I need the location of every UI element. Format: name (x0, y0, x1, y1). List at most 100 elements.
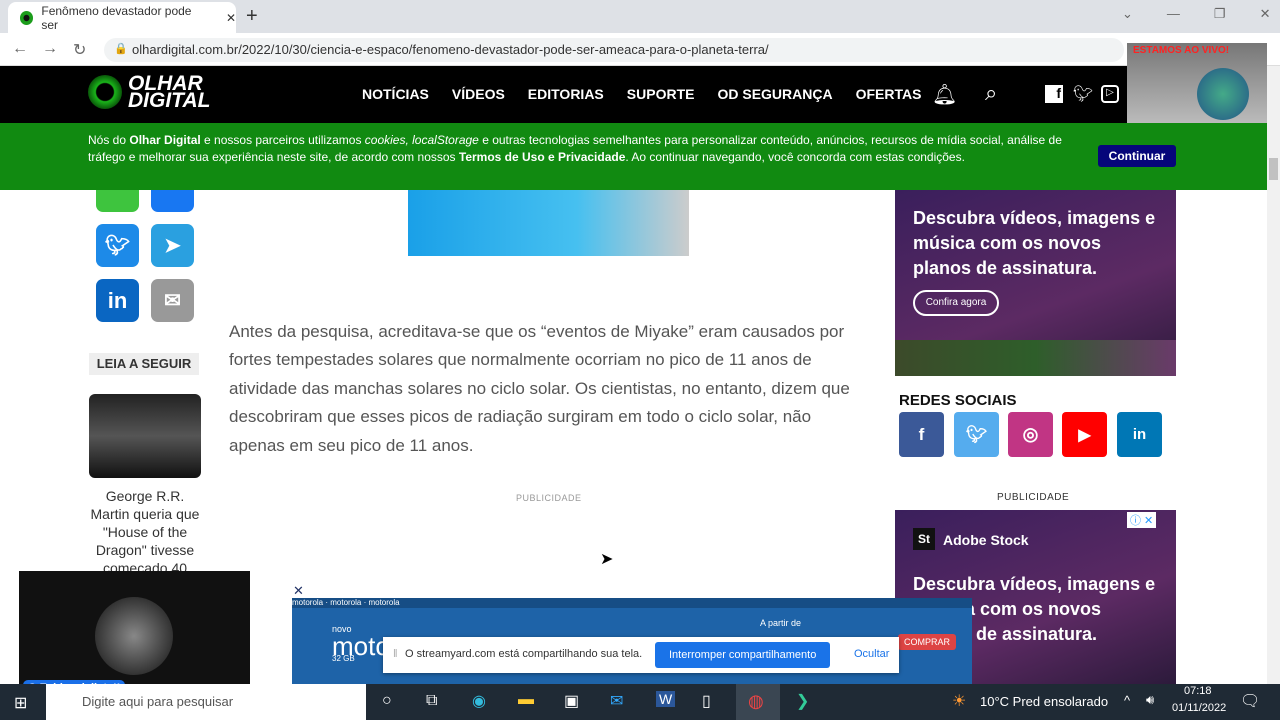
back-icon[interactable]: ← (12, 40, 28, 58)
menu-noticias[interactable]: NOTÍCIAS (362, 86, 429, 102)
menu-ofertas[interactable]: OFERTAS (856, 86, 922, 102)
tab-title: Fenômeno devastador pode ser (41, 3, 192, 32)
twitter-link[interactable]: 🐦︎ (954, 412, 999, 457)
share-message: O streamyard.com está compartilhando sua… (405, 648, 643, 660)
notifications-icon[interactable]: 🗨︎ (1240, 691, 1260, 711)
webcam-overlay: O Evidencialista!! (19, 571, 250, 701)
ad-headline: Descubra vídeos, imagens e música com os… (913, 208, 1156, 278)
continue-button[interactable]: Continuar (1098, 145, 1176, 167)
ad-close-icon[interactable]: ⓘ ✕ (1127, 512, 1157, 528)
avatar (95, 597, 173, 675)
drag-handle-icon[interactable]: ‖ (393, 648, 398, 660)
ad-storage: 32 GB (332, 654, 355, 663)
windows-start-icon[interactable]: ⊞ (14, 693, 27, 713)
close-tab-icon[interactable]: ✕ (226, 11, 236, 25)
url-input[interactable]: 🔒 olhardigital.com.br/2022/10/30/ciencia-… (104, 38, 1124, 62)
ad-label: PUBLICIDADE (997, 492, 1070, 503)
youtube-link[interactable]: ▶ (1062, 412, 1107, 457)
article-image (408, 190, 689, 256)
video-icon[interactable]: ▷ (1101, 85, 1119, 103)
search-icon[interactable]: ⌕ (985, 80, 997, 106)
comprar-button[interactable]: COMPRAR (898, 634, 957, 650)
mail-icon[interactable]: ✉ (610, 691, 623, 711)
ad-ticker: motorola · motorola · motorola (292, 598, 972, 608)
adobe-ad-top[interactable]: Descubra vídeos, imagens e música com os… (895, 190, 1176, 376)
related-article-link[interactable]: George R.R. Martin queria que "House of … (89, 487, 201, 573)
favicon-icon (20, 10, 34, 25)
screen-share-bar: ‖ O streamyard.com está compartilhando s… (383, 637, 899, 673)
tab-search-icon[interactable]: ⌄ (1122, 6, 1133, 22)
facebook-link[interactable]: f (899, 412, 944, 457)
cookie-text: e nossos parceiros utilizamos (200, 133, 365, 147)
menu-suporte[interactable]: SUPORTE (627, 86, 695, 102)
file-explorer-icon[interactable]: ▬ (518, 691, 534, 709)
cookie-brand: Olhar Digital (129, 133, 201, 147)
reload-icon[interactable]: ↻ (73, 40, 86, 60)
tray-chevron-icon[interactable]: ^ (1124, 693, 1130, 708)
cortana-icon[interactable]: ○ (382, 692, 392, 710)
cookie-text: . Ao continuar navegando, você concorda … (625, 150, 965, 164)
cookie-banner: Nós do Olhar Digital e nossos parceiros … (0, 123, 1267, 190)
site-logo[interactable]: OLHAR DIGITAL (88, 73, 211, 112)
whatsapp-share-button[interactable] (96, 190, 139, 212)
email-share-button[interactable]: ✉ (151, 279, 194, 322)
ad-close-icon[interactable]: ✕ (293, 583, 304, 599)
lock-icon: 🔒 (114, 43, 128, 55)
cookie-text: Nós do (88, 133, 130, 147)
ad-price-label: A partir de (760, 618, 802, 628)
terms-link[interactable]: Termos de Uso e Privacidade (459, 150, 626, 164)
taskbar-search-input[interactable]: Digite aqui para pesquisar (46, 684, 366, 720)
task-view-icon[interactable]: ⧉ (426, 692, 437, 710)
bell-icon[interactable]: 🔔︎ (932, 82, 957, 107)
word-icon[interactable]: W (656, 691, 676, 707)
volume-icon[interactable]: 🔊︎ (1146, 692, 1154, 708)
stop-sharing-button[interactable]: Interromper compartilhamento (655, 642, 831, 668)
close-window-button[interactable]: ✕ (1260, 6, 1271, 22)
logo-icon (88, 75, 122, 109)
taskbar: ⊞ Digite aqui para pesquisar ○ ⧉ ◉ ▬ ▣ ✉… (0, 684, 1280, 720)
linkedin-share-button[interactable]: in (96, 279, 139, 322)
ad-brand: Adobe Stock (943, 532, 1029, 548)
clock-time[interactable]: 07:18 (1184, 685, 1212, 697)
weather-icon[interactable]: ☀ (952, 691, 966, 711)
twitter-icon[interactable]: 🐦︎ (1073, 84, 1093, 104)
instagram-link[interactable]: ◎ (1008, 412, 1053, 457)
ad-label: PUBLICIDADE (516, 493, 582, 503)
cookie-text: cookies, localStorage (364, 133, 479, 147)
app-icon[interactable]: ❯ (796, 691, 809, 711)
browser-tab[interactable]: Fenômeno devastador pode ser ✕ (8, 2, 236, 33)
leia-a-seguir-heading: LEIA A SEGUIR (89, 353, 199, 375)
new-tab-button[interactable]: + (246, 5, 258, 28)
forward-icon[interactable]: → (42, 40, 58, 58)
article-thumbnail[interactable] (89, 394, 201, 478)
twitter-share-button[interactable]: 🐦︎ (96, 224, 139, 267)
facebook-icon[interactable]: f (1045, 85, 1063, 103)
chrome-icon: ◍ (748, 691, 764, 711)
telegram-share-button[interactable]: ➤ (151, 224, 194, 267)
search-placeholder: Digite aqui para pesquisar (82, 694, 234, 709)
menu-od-seguranca[interactable]: OD SEGURANÇA (717, 86, 832, 102)
minimize-button[interactable]: — (1167, 6, 1180, 22)
weather-text[interactable]: 10°C Pred ensolarado (980, 694, 1108, 709)
menu-videos[interactable]: VÍDEOS (452, 86, 505, 102)
maximize-button[interactable]: ❐ (1214, 6, 1226, 22)
scrollbar[interactable] (1267, 66, 1280, 684)
linkedin-link[interactable]: in (1117, 412, 1162, 457)
adobe-stock-logo: St (913, 528, 935, 550)
url-text: olhardigital.com.br/2022/10/30/ciencia-e… (132, 42, 769, 57)
chrome-taskbar-button[interactable]: ◍ (736, 684, 780, 720)
confira-agora-button[interactable]: Confira agora (913, 290, 999, 316)
menu-editorias[interactable]: EDITORIAS (528, 86, 604, 102)
store-icon[interactable]: ▣ (564, 691, 579, 711)
edge-icon[interactable]: ◉ (472, 691, 486, 711)
facebook-share-button[interactable] (151, 190, 194, 212)
redes-sociais-heading: REDES SOCIAIS (899, 392, 1017, 409)
globe-image (1197, 68, 1249, 120)
live-badge: ESTAMOS AO VIVO! (1133, 45, 1230, 56)
mouse-cursor-icon: ➤ (600, 551, 614, 568)
notepad-icon[interactable]: ▯ (702, 691, 711, 711)
logo-text-2: DIGITAL (128, 89, 211, 112)
hide-button[interactable]: Ocultar (854, 648, 889, 660)
article-paragraph: Antes da pesquisa, acreditava-se que os … (229, 322, 850, 455)
clock-date[interactable]: 01/11/2022 (1172, 702, 1226, 714)
